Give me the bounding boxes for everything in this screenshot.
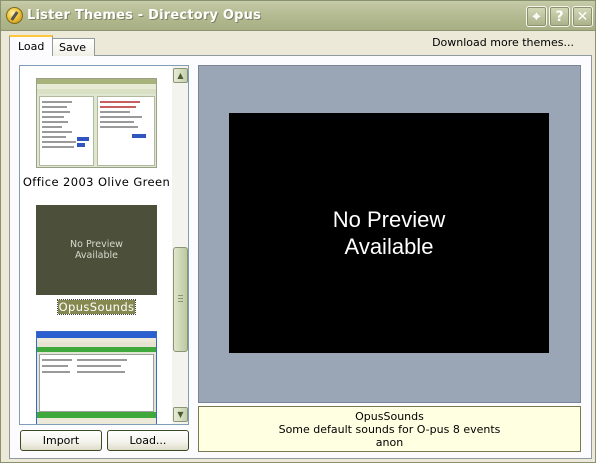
theme-name-selected[interactable]: OpusSounds — [20, 299, 173, 315]
import-button[interactable]: Import — [20, 430, 102, 451]
no-preview-thumbnail[interactable]: No Preview Available — [36, 205, 157, 295]
info-theme-author: anon — [375, 436, 404, 449]
theme-thumbnail[interactable] — [36, 331, 157, 424]
info-theme-description: Some default sounds for O-pus 8 events — [278, 423, 501, 436]
load-button[interactable]: Load... — [107, 430, 189, 451]
chevron-down-icon: ▼ — [177, 410, 184, 419]
info-theme-name: OpusSounds — [355, 410, 424, 423]
directory-opus-icon — [6, 7, 23, 24]
window-title: Lister Themes - Directory Opus — [27, 8, 262, 23]
theme-thumbnail[interactable] — [36, 78, 157, 168]
help-button[interactable]: ? — [549, 6, 570, 27]
scroll-up-button[interactable]: ▲ — [173, 68, 188, 83]
preview-placeholder-text: No Preview Available — [332, 207, 446, 259]
lister-themes-window: Lister Themes - Directory Opus ⌖ ? ✕ Loa… — [0, 0, 596, 463]
close-icon: ✕ — [576, 8, 589, 25]
download-more-themes-link[interactable]: Download more themes... — [432, 36, 574, 49]
preview-image: No Preview Available — [229, 113, 549, 353]
theme-list[interactable]: Office 2003 Olive Green No Preview Avail… — [19, 65, 189, 425]
scroll-down-button[interactable]: ▼ — [173, 407, 188, 422]
pin-button[interactable]: ⌖ — [526, 6, 547, 27]
title-bar[interactable]: Lister Themes - Directory Opus ⌖ ? ✕ — [1, 1, 595, 31]
pin-icon: ⌖ — [532, 8, 541, 25]
selected-theme-label: OpusSounds — [56, 299, 137, 315]
help-icon: ? — [555, 8, 564, 25]
theme-list-scrollbar[interactable]: ▲ ▼ — [172, 66, 188, 424]
close-button[interactable]: ✕ — [572, 6, 593, 27]
scroll-thumb[interactable] — [173, 247, 188, 352]
grip-icon — [178, 295, 183, 302]
no-preview-placeholder: No Preview Available — [70, 239, 123, 261]
tab-save[interactable]: Save — [50, 38, 96, 56]
theme-info-panel: OpusSounds Some default sounds for O-pus… — [198, 406, 581, 452]
theme-name[interactable]: Office 2003 Olive Green — [20, 175, 173, 189]
preview-area: No Preview Available — [198, 65, 581, 403]
tab-load[interactable]: Load — [9, 35, 54, 56]
chevron-up-icon: ▲ — [177, 71, 184, 80]
